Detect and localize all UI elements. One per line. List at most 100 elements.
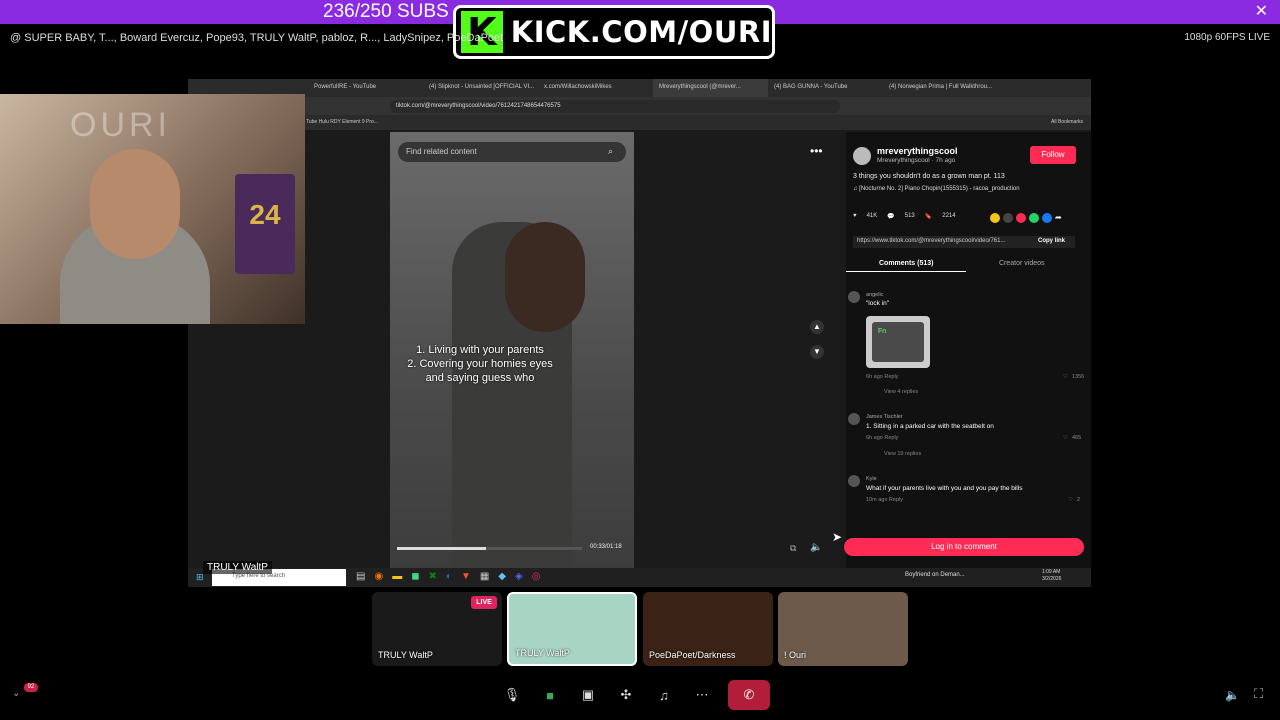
tab-comments[interactable]: Comments (513) [879, 260, 933, 267]
browser-tab[interactable]: (4) BAG GUNNA - YouTube [768, 79, 883, 97]
active-tab-indicator [846, 271, 966, 272]
xbox-icon[interactable]: ✖ [429, 571, 437, 582]
share-icons: ➦ [990, 213, 1062, 223]
comment-author[interactable]: James Tischler [866, 414, 903, 420]
store-icon[interactable]: ◼ [411, 571, 419, 582]
more-icon[interactable]: ••• [810, 144, 823, 158]
comment-author[interactable]: angelic [866, 292, 883, 298]
fullscreen-icon[interactable]: ⛶ [1254, 686, 1263, 702]
comment-likes[interactable]: 465 [1072, 435, 1081, 441]
chevron-down-icon[interactable]: ⌄ [12, 688, 20, 699]
notification-badge: 92 [24, 683, 38, 692]
clock-date: 3/2/2026 [1042, 576, 1062, 582]
share-emoji-icon[interactable] [990, 213, 1000, 223]
copy-link-button[interactable]: Copy link [1038, 238, 1065, 244]
bookmarks-items[interactable]: Tube Hulu RDY Element 9 Pro... [306, 119, 378, 125]
video-description: 3 things you shouldn't do as a grown man… [853, 173, 1005, 180]
facebook-icon[interactable] [1042, 213, 1052, 223]
subs-goal-text: 236/250 SUBS [323, 1, 449, 22]
login-to-comment-button[interactable]: Log in to comment [844, 538, 1084, 556]
live-badge: LIVE [471, 596, 497, 609]
chrome-icon[interactable]: ◉ [374, 571, 383, 582]
follow-button[interactable]: Follow [1030, 146, 1076, 164]
taskbar-clock[interactable]: 1:09 AM 3/2/2026 [1042, 569, 1061, 583]
likes-count: 41K [866, 213, 878, 219]
browser-tab[interactable]: (4) Slipknot - Unsainted [OFFICIAL VI... [423, 79, 538, 97]
browser-tab[interactable]: x.com/WillachowskiMikes [538, 79, 653, 97]
embed-icon[interactable] [1003, 213, 1013, 223]
search-icon[interactable]: ⌕ [608, 146, 613, 157]
comment-meta[interactable]: 6h ago Reply [866, 374, 898, 380]
music-info[interactable]: ♫ [Nocturne No. 2] Piano Chopin(1555315)… [853, 186, 1020, 192]
file-explorer-icon[interactable]: ▬ [392, 571, 402, 582]
comment-likes[interactable]: 2 [1077, 497, 1080, 503]
commenter-avatar[interactable] [848, 413, 860, 425]
edge-icon[interactable]: ◐ [446, 571, 452, 582]
video-timestamp: 00:33/01:18 [590, 544, 622, 550]
bookmark-icon[interactable]: 🔖 [925, 213, 932, 220]
chevron-down-icon[interactable]: ▼ [810, 345, 824, 359]
comment-meta[interactable]: 6h ago Reply [866, 435, 898, 441]
video-person-face [505, 222, 585, 332]
related-search-input[interactable]: Find related content [398, 142, 626, 162]
steam-icon[interactable]: ◆ [498, 571, 506, 582]
chevron-up-icon[interactable]: ▲ [810, 320, 824, 334]
tile-label: PoeDaPoet/Darkness [649, 650, 736, 660]
brave-icon[interactable]: ▼ [461, 571, 471, 582]
wall-sign: OURI [70, 106, 171, 144]
commenter-avatar[interactable] [848, 291, 860, 303]
url-field[interactable]: tiktok.com/@mreverythingscool/video/7612… [390, 100, 840, 113]
comment-likes[interactable]: 1356 [1072, 374, 1084, 380]
video-progress-bar[interactable] [397, 547, 582, 550]
activities-icon[interactable]: ✣ [614, 683, 638, 707]
kick-url-text: KICK.COM/OURI [510, 15, 772, 49]
browser-tab-active[interactable]: Mreverythingscool (@mrever... [653, 79, 768, 97]
heart-icon[interactable]: ♡ [1068, 497, 1073, 503]
comment-author[interactable]: Kyle [866, 476, 877, 482]
soundboard-icon[interactable]: ♫ [652, 683, 676, 707]
heart-icon[interactable]: ♥ [853, 213, 857, 220]
heart-icon[interactable]: ♡ [1063, 435, 1068, 441]
whatsapp-icon[interactable] [1029, 213, 1039, 223]
screen-share-icon[interactable]: ▣ [576, 683, 600, 707]
stream-quality-badge: 1080p 60FPS LIVE [1184, 32, 1270, 43]
tab-creator-videos[interactable]: Creator videos [999, 260, 1045, 267]
at-icon: @ [10, 32, 25, 44]
tray-media-text[interactable]: Boyfriend on Deman... [905, 572, 965, 578]
leave-call-button[interactable]: ✆ [728, 680, 770, 710]
tile-label: TRULY WaltP [515, 648, 570, 658]
caption-line-1: 1. Living with your parents [416, 344, 544, 356]
task-view-icon[interactable]: ▤ [356, 571, 365, 582]
clock-time: 1:09 AM [1042, 569, 1061, 575]
participant-tile[interactable]: PoeDaPoet/Darkness [643, 592, 773, 666]
bookmarks-bar: Tube Hulu RDY Element 9 Pro... All Bookm… [188, 115, 1091, 130]
comment-text: What if your parents live with you and y… [866, 485, 1023, 492]
all-bookmarks[interactable]: All Bookmarks [1051, 119, 1083, 125]
close-icon[interactable]: ✕ [1255, 2, 1268, 22]
camera-icon[interactable]: ■ [538, 683, 562, 707]
pip-icon[interactable]: ⧉ [790, 543, 796, 554]
app-icon[interactable]: ◎ [532, 571, 541, 582]
vpn-icon[interactable]: ◈ [515, 571, 523, 582]
author-avatar[interactable] [853, 147, 871, 165]
author-name[interactable]: mreverythingscool [877, 146, 958, 156]
heart-icon[interactable]: ♡ [1063, 374, 1068, 380]
obs-icon[interactable]: ▦ [480, 571, 489, 582]
participant-tile-active[interactable]: TRULY WaltP [507, 592, 637, 666]
comment-meta[interactable]: 10m ago Reply [866, 497, 903, 503]
browser-tab[interactable]: (4) Norwegian Prima | Full Walkthrou... [883, 79, 998, 97]
share-arrow-icon[interactable]: ➦ [1055, 213, 1062, 223]
commenter-avatar[interactable] [848, 475, 860, 487]
browser-tab[interactable]: PowerfulIRE - YouTube [308, 79, 423, 97]
microphone-icon[interactable]: 🎙 [500, 683, 524, 707]
send-icon[interactable] [1016, 213, 1026, 223]
participant-tile[interactable]: ! Ouri [778, 592, 908, 666]
view-replies-link[interactable]: View 19 replies [884, 451, 921, 457]
volume-icon[interactable]: 🔈 [810, 542, 822, 553]
caption-line-2: 2. Covering your homies eyes and saying … [407, 358, 553, 384]
view-replies-link[interactable]: View 4 replies [884, 389, 918, 395]
comment-icon[interactable]: 💬 [887, 213, 894, 220]
more-options-icon[interactable]: ⋯ [690, 683, 714, 707]
video-progress-fill [397, 547, 486, 550]
volume-icon[interactable]: 🔈 [1225, 688, 1240, 702]
